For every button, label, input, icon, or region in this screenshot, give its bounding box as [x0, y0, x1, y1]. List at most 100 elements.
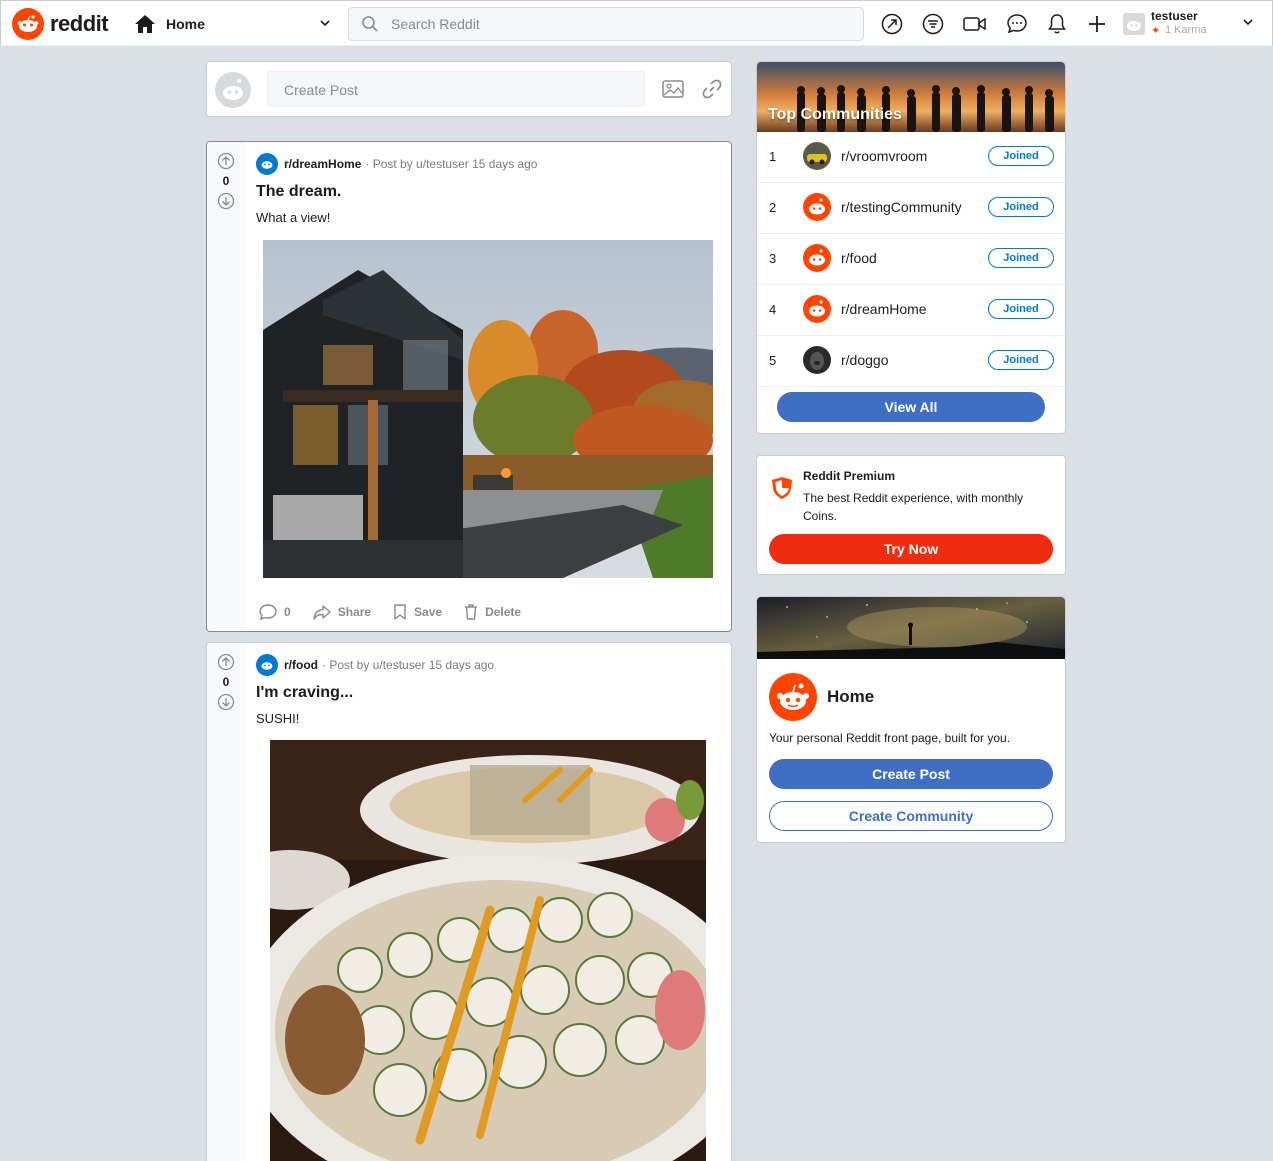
community-row[interactable]: 3 r/food Joined — [757, 234, 1065, 285]
plus-icon[interactable] — [1085, 12, 1109, 36]
vote-count: 0 — [222, 675, 230, 689]
post-title[interactable]: The dream. — [256, 183, 341, 201]
joined-button[interactable]: Joined — [988, 146, 1054, 166]
view-all-button[interactable]: View All — [777, 392, 1045, 422]
chevron-down-icon — [1243, 19, 1253, 26]
community-name[interactable]: r/testingCommunity — [841, 199, 962, 215]
home-label: Home — [166, 16, 205, 32]
chat-icon[interactable] — [1005, 12, 1029, 36]
community-avatar — [803, 346, 831, 374]
post-byline: · Post by u/testuser 15 days ago — [322, 658, 495, 672]
user-avatar — [215, 72, 251, 108]
premium-description: The best Reddit experience, with monthly… — [803, 491, 1024, 523]
community-rank: 3 — [769, 251, 777, 266]
try-now-button[interactable]: Try Now — [769, 534, 1053, 564]
community-rank: 4 — [769, 302, 777, 317]
snoo-icon — [769, 673, 817, 721]
home-card-description: Your personal Reddit front page, built f… — [769, 731, 1011, 745]
community-rank: 2 — [769, 200, 777, 215]
community-rank: 5 — [769, 353, 777, 368]
image-upload-icon[interactable] — [662, 79, 684, 104]
shield-icon — [771, 476, 793, 505]
vote-rail — [207, 142, 245, 631]
bell-icon[interactable] — [1045, 12, 1069, 36]
subreddit-avatar[interactable] — [256, 153, 278, 175]
comment-count: 0 — [284, 605, 291, 619]
share-button[interactable]: Share — [312, 604, 372, 620]
post-byline: · Post by u/testuser 15 days ago — [365, 157, 538, 171]
community-row[interactable]: 4 r/dreamHome Joined — [757, 285, 1065, 336]
comment-icon — [259, 604, 277, 620]
bookmark-icon — [394, 604, 406, 620]
community-name[interactable]: r/dreamHome — [841, 301, 927, 317]
community-name[interactable]: r/vroomvroom — [841, 148, 927, 164]
post-image[interactable] — [270, 740, 706, 1161]
upvote-icon[interactable] — [217, 152, 235, 170]
home-card-title: Home — [827, 687, 875, 706]
post-card[interactable]: 0 r/food · Post by u/testuser 15 days ag… — [206, 642, 732, 1161]
snoo-icon — [12, 8, 44, 40]
community-avatar — [803, 142, 831, 170]
joined-button[interactable]: Joined — [988, 350, 1054, 370]
vote-rail — [207, 643, 245, 1161]
premium-card: Reddit Premium The best Reddit experienc… — [756, 455, 1066, 575]
vote-count: 0 — [222, 174, 230, 188]
karma-count: 1 Karma — [1165, 24, 1207, 36]
premium-title: Reddit Premium — [803, 469, 896, 483]
joined-button[interactable]: Joined — [988, 197, 1054, 217]
save-label: Save — [414, 605, 443, 619]
post-card[interactable]: 0 r/dreamHome · Post by u/testuser 15 da… — [206, 141, 732, 632]
joined-button[interactable]: Joined — [988, 248, 1054, 268]
upvote-icon[interactable] — [217, 653, 235, 671]
post-body: SUSHI! — [256, 711, 300, 726]
subreddit-avatar[interactable] — [256, 654, 278, 676]
reddit-logo[interactable]: reddit — [12, 8, 109, 40]
downvote-icon[interactable] — [217, 693, 235, 711]
search-bar[interactable]: Search Reddit — [348, 7, 864, 41]
snoo-icon — [803, 244, 831, 272]
share-icon — [312, 605, 331, 620]
logo-wordmark: reddit — [50, 11, 109, 36]
post-image[interactable] — [263, 240, 713, 578]
snoo-icon — [803, 193, 831, 221]
user-menu[interactable]: testuser ✦ 1 Karma — [1123, 9, 1263, 39]
subreddit-link[interactable]: r/food — [284, 658, 318, 672]
all-filter-icon[interactable] — [921, 12, 945, 36]
post-meta: r/dreamHome · Post by u/testuser 15 days… — [256, 153, 537, 175]
karma-icon: ✦ — [1151, 25, 1161, 37]
community-row[interactable]: 5 r/doggo Joined — [757, 336, 1065, 387]
post-meta: r/food · Post by u/testuser 15 days ago — [256, 654, 494, 676]
share-label: Share — [337, 605, 372, 619]
top-communities-card: Top Communities 1 r/vroomvroom Joined 2 … — [756, 61, 1066, 434]
community-name[interactable]: r/food — [841, 250, 877, 266]
subreddit-link[interactable]: r/dreamHome — [284, 157, 361, 171]
downvote-icon[interactable] — [217, 192, 235, 210]
home-dropdown[interactable]: Home — [134, 9, 336, 39]
community-row[interactable]: 1 r/vroomvroom Joined — [757, 132, 1065, 183]
delete-label: Delete — [485, 605, 522, 619]
post-actions: 0 Share Save Delete — [259, 604, 543, 620]
chevron-down-icon — [320, 20, 330, 27]
create-post-bar: Create Post — [206, 61, 732, 117]
search-icon — [362, 16, 378, 32]
snoo-icon — [803, 295, 831, 323]
trash-icon — [465, 604, 478, 620]
search-input[interactable]: Search Reddit — [391, 16, 480, 32]
home-icon — [135, 15, 155, 33]
home-card: Home Your personal Reddit front page, bu… — [756, 596, 1066, 843]
post-body: What a view! — [256, 210, 331, 225]
comments-button[interactable]: 0 — [259, 604, 291, 620]
create-community-button[interactable]: Create Community — [769, 801, 1053, 831]
create-post-button[interactable]: Create Post — [769, 759, 1053, 789]
community-name[interactable]: r/doggo — [841, 352, 888, 368]
community-row[interactable]: 2 r/testingCommunity Joined — [757, 183, 1065, 234]
save-button[interactable]: Save — [393, 604, 442, 620]
link-icon[interactable] — [702, 79, 722, 104]
post-title[interactable]: I'm craving... — [256, 684, 353, 702]
joined-button[interactable]: Joined — [988, 299, 1054, 319]
popular-icon[interactable] — [880, 12, 904, 36]
video-icon[interactable] — [963, 12, 987, 36]
delete-button[interactable]: Delete — [464, 604, 521, 620]
username: testuser — [1151, 9, 1198, 23]
create-post-input[interactable]: Create Post — [267, 71, 645, 107]
